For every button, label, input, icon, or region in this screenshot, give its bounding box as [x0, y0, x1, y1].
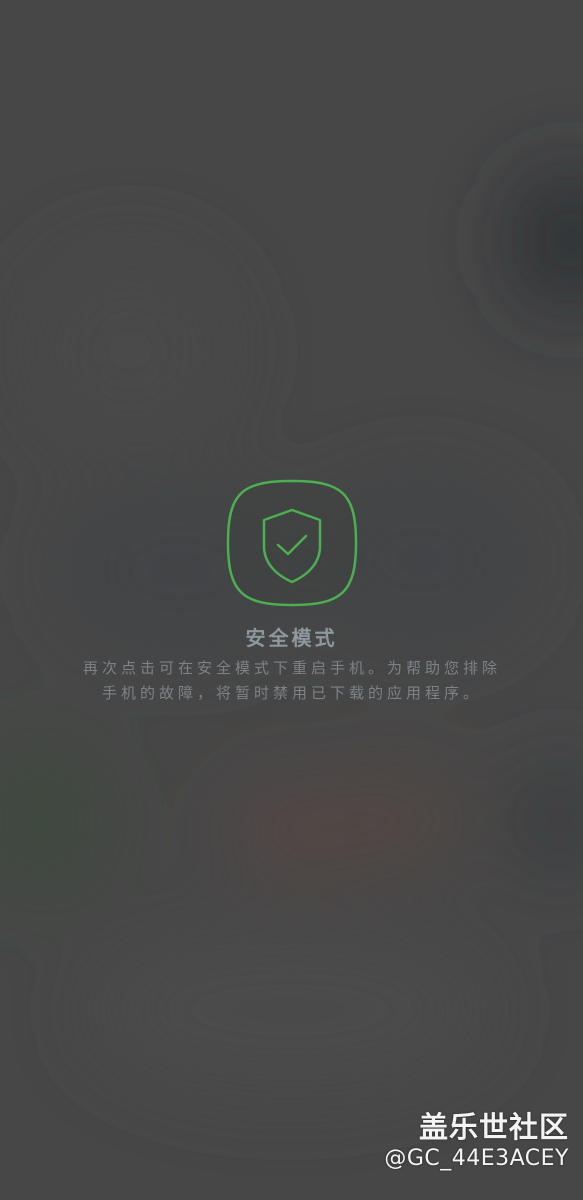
- watermark-site-name: 盖乐世社区: [418, 1110, 569, 1144]
- watermark-username: @GC_44E3ACEY: [384, 1146, 569, 1171]
- safe-mode-title: 安全模式: [245, 626, 338, 650]
- shield-check-icon: [226, 479, 358, 607]
- safe-mode-description: 再次点击可在安全模式下重启手机。为帮助您排除手机的故障，将暂时禁用已下载的应用程…: [82, 659, 501, 702]
- safe-mode-button[interactable]: [225, 478, 359, 608]
